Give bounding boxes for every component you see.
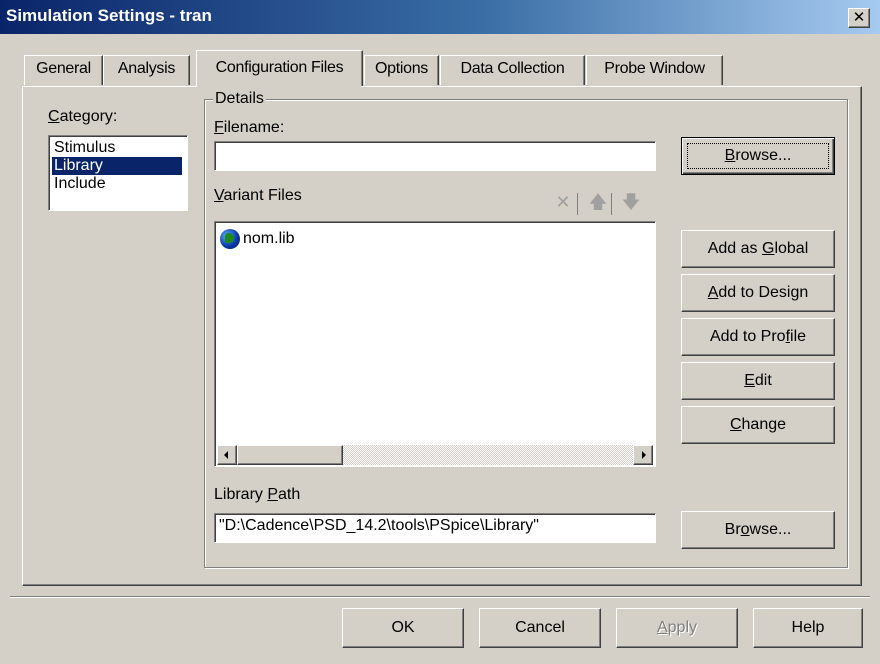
library-path-label: Library Path: [214, 486, 301, 503]
category-label: Category:: [48, 108, 118, 125]
close-icon: ✕: [852, 8, 866, 26]
change-button[interactable]: Change: [681, 406, 835, 444]
variant-files-list[interactable]: [214, 221, 656, 467]
window-title: Simulation Settings - tran: [6, 6, 212, 25]
browse-focus-rect: [687, 143, 829, 169]
category-list[interactable]: Stimulus Library Include: [48, 135, 188, 211]
footer-separator: [10, 596, 870, 598]
category-item-stimulus[interactable]: Stimulus: [52, 139, 182, 157]
tab-general[interactable]: General: [24, 55, 103, 85]
tab-options[interactable]: Options: [364, 55, 439, 85]
tab-probe-window[interactable]: Probe Window: [586, 55, 723, 85]
tab-analysis[interactable]: Analysis: [103, 55, 190, 85]
add-as-global-button[interactable]: Add as Global: [681, 230, 835, 268]
filename-input[interactable]: [214, 141, 656, 171]
filename-label: Filename:: [214, 119, 285, 136]
move-up-button[interactable]: 🡅: [586, 191, 610, 217]
variant-files-label: Variant Files: [214, 187, 302, 204]
toolbar-divider: [577, 193, 578, 215]
close-button[interactable]: ✕: [848, 8, 870, 28]
browse-library-button[interactable]: Browse...: [681, 511, 835, 549]
help-button[interactable]: Help: [753, 608, 863, 648]
edit-button[interactable]: Edit: [681, 362, 835, 400]
scroll-right-icon: [642, 451, 646, 459]
add-to-profile-button[interactable]: Add to Profile: [681, 318, 835, 356]
cancel-button[interactable]: Cancel: [479, 608, 601, 648]
globe-icon: [220, 229, 240, 249]
browse-button[interactable]: Browse...: [681, 137, 835, 175]
scroll-thumb[interactable]: [237, 445, 343, 465]
scroll-left-icon: [224, 451, 228, 459]
scroll-left-button[interactable]: [217, 445, 237, 465]
tab-data-collection[interactable]: Data Collection: [440, 55, 585, 85]
delete-icon: ✕: [555, 192, 571, 213]
details-group-label: Details: [213, 90, 266, 108]
library-path-input[interactable]: "D:\Cadence\PSD_14.2\tools\PSpice\Librar…: [214, 513, 656, 543]
category-item-library[interactable]: Library: [52, 157, 182, 175]
tab-configuration-files[interactable]: Configuration Files: [196, 50, 363, 86]
move-down-button[interactable]: 🡇: [619, 191, 643, 217]
list-item-file[interactable]: nom.lib: [243, 230, 295, 248]
active-tab-joint: [197, 85, 361, 88]
move-down-icon: 🡇: [621, 192, 641, 213]
delete-button[interactable]: ✕: [551, 191, 575, 217]
scroll-right-button[interactable]: [633, 445, 653, 465]
toolbar-divider-2: [611, 193, 612, 215]
ok-button[interactable]: OK: [342, 608, 464, 648]
category-item-include[interactable]: Include: [52, 175, 182, 193]
apply-button[interactable]: Apply: [616, 608, 738, 648]
add-to-design-button[interactable]: Add to Design: [681, 274, 835, 312]
move-up-icon: 🡅: [588, 192, 608, 213]
